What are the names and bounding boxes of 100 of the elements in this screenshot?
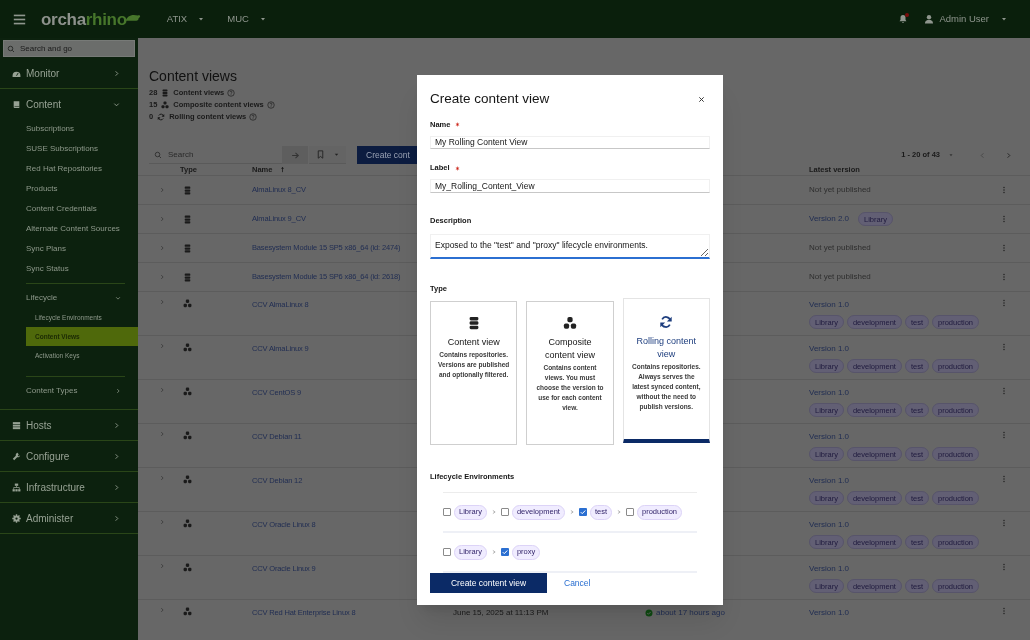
caret-icon [258, 15, 267, 23]
bookmark-icon [315, 150, 325, 159]
chevron-right-icon[interactable] [159, 245, 165, 252]
chevron-right-icon[interactable] [159, 475, 165, 482]
cancel-link[interactable]: Cancel [564, 576, 591, 590]
nav-subitem[interactable]: Sync Status [0, 259, 138, 279]
bell-icon[interactable] [898, 14, 909, 24]
database-icon [161, 89, 170, 97]
checkbox[interactable] [626, 508, 634, 516]
name-field[interactable]: My Rolling Content View [430, 135, 710, 150]
database-group-icon [183, 431, 192, 441]
wrench-icon [12, 451, 21, 461]
chevron-down-icon [115, 295, 121, 301]
chevron-right-icon[interactable] [159, 607, 165, 614]
nav-item[interactable]: Content [0, 89, 138, 119]
chevron-right-icon[interactable] [159, 187, 165, 194]
organization-dropdown[interactable]: ATIX [166, 11, 206, 27]
kebab-icon[interactable] [1000, 607, 1008, 616]
database-icon [183, 243, 192, 253]
sort-ascending-icon[interactable] [279, 166, 287, 174]
kebab-icon[interactable] [1000, 431, 1008, 440]
check-circle-icon [645, 609, 653, 618]
nav-item[interactable]: Monitor [0, 58, 138, 88]
database-group-icon [161, 101, 170, 109]
chevron-right-icon[interactable] [159, 343, 165, 350]
checkbox[interactable] [578, 508, 587, 516]
search-submit-button[interactable] [282, 146, 308, 164]
nav-item[interactable]: Infrastructure [0, 472, 138, 502]
kebab-icon[interactable] [1000, 299, 1008, 308]
nav-subitem[interactable]: SUSE Subscriptions [0, 139, 138, 159]
arrow-right-icon [290, 150, 300, 160]
checkbox[interactable] [500, 508, 509, 516]
database-group-icon [183, 475, 192, 485]
chevron-right-icon[interactable] [159, 387, 165, 394]
nav-subitem[interactable]: Subscriptions [0, 119, 138, 139]
database-group-icon [563, 316, 577, 330]
nav-subitem[interactable]: Products [0, 179, 138, 199]
dialog-title: Create content view [430, 90, 550, 108]
kebab-icon[interactable] [1000, 186, 1008, 195]
type-option-title: Composite content view [543, 336, 596, 362]
help-icon[interactable] [249, 113, 258, 121]
kebab-icon[interactable] [1000, 519, 1008, 528]
kebab-icon[interactable] [1000, 244, 1008, 253]
nav-subitem[interactable]: Content Credentials [0, 199, 138, 219]
help-icon[interactable] [266, 101, 275, 109]
chevron-right-icon[interactable] [159, 431, 165, 438]
close-icon[interactable] [698, 95, 705, 103]
chevron-right-icon [113, 421, 120, 429]
database-icon [183, 185, 192, 195]
chevron-right-icon[interactable] [159, 563, 165, 570]
chevron-right-icon [115, 388, 121, 394]
kebab-icon[interactable] [1000, 215, 1008, 224]
nav-subitem[interactable]: Sync Plans [0, 239, 138, 259]
database-group-icon [183, 387, 192, 397]
caret-icon [948, 152, 954, 158]
network-icon [12, 482, 21, 492]
type-option-title: Rolling content view [635, 335, 698, 361]
label-field[interactable]: My_Rolling_Content_View [430, 178, 710, 193]
database-icon [183, 272, 192, 282]
chevron-right-icon[interactable] [159, 274, 165, 281]
chevron-right-icon[interactable] [159, 519, 165, 526]
kebab-icon[interactable] [1000, 475, 1008, 484]
kebab-icon[interactable] [1000, 563, 1008, 572]
chevron-right-icon[interactable] [159, 299, 165, 306]
nav-item[interactable]: Configure [0, 441, 138, 471]
create-button[interactable]: Create content view [430, 573, 547, 593]
caret-icon [332, 151, 340, 158]
nav-subgroup[interactable]: Lifecycle [0, 288, 138, 308]
chevron-right-icon[interactable] [1005, 151, 1012, 159]
chevron-down-icon [113, 100, 120, 108]
help-icon[interactable] [227, 89, 236, 97]
chevron-right-icon [568, 509, 575, 515]
sync-icon [157, 113, 166, 121]
caret-icon [197, 15, 206, 23]
kebab-icon[interactable] [1000, 273, 1008, 282]
checkbox[interactable] [443, 548, 451, 556]
checkbox[interactable] [500, 548, 509, 556]
logo: orcharhino [41, 10, 127, 28]
menu-icon[interactable] [13, 12, 26, 26]
search-field[interactable]: Search and go [3, 40, 135, 57]
checkmark-icon [578, 508, 587, 516]
checkbox[interactable] [443, 508, 451, 516]
create-content-view-button[interactable]: Create cont [357, 146, 417, 164]
chevron-right-icon[interactable] [159, 216, 165, 223]
search-icon [154, 151, 162, 159]
kebab-icon[interactable] [1000, 343, 1008, 352]
nav-item[interactable]: Hosts [0, 410, 138, 440]
nav-subitem[interactable]: Red Hat Repositories [0, 159, 138, 179]
page-title: Content views [149, 68, 238, 84]
nav-subgroup[interactable]: Content Types [0, 381, 138, 401]
nav-item[interactable]: Administer [0, 503, 138, 533]
database-group-icon [183, 607, 192, 617]
description-field[interactable]: Exposed to the "test" and "proxy" lifecycle environments. [430, 233, 710, 259]
kebab-icon[interactable] [1000, 387, 1008, 396]
location-dropdown[interactable]: MUC [227, 11, 267, 27]
chevron-right-icon [490, 549, 497, 555]
nav-subitem[interactable]: Alternate Content Sources [0, 219, 138, 239]
database-icon [183, 214, 192, 224]
book-icon [12, 99, 21, 109]
user-menu[interactable]: Admin User [924, 11, 1008, 27]
